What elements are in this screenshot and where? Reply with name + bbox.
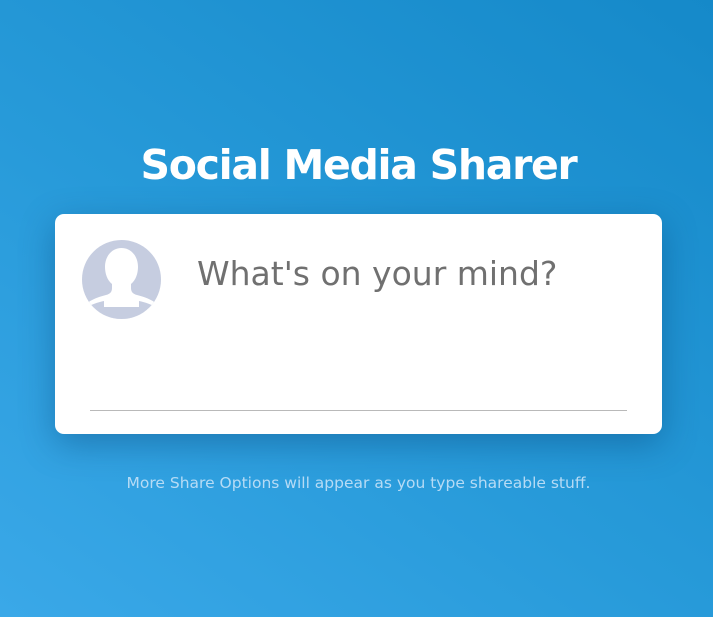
input-underline [90, 410, 627, 411]
post-composer-card [55, 214, 662, 434]
page-title: Social Media Sharer [140, 141, 578, 190]
default-user-silhouette-icon [82, 240, 161, 319]
avatar [82, 240, 161, 319]
post-input[interactable] [197, 248, 627, 298]
share-options-hint: More Share Options will appear as you ty… [126, 473, 591, 492]
